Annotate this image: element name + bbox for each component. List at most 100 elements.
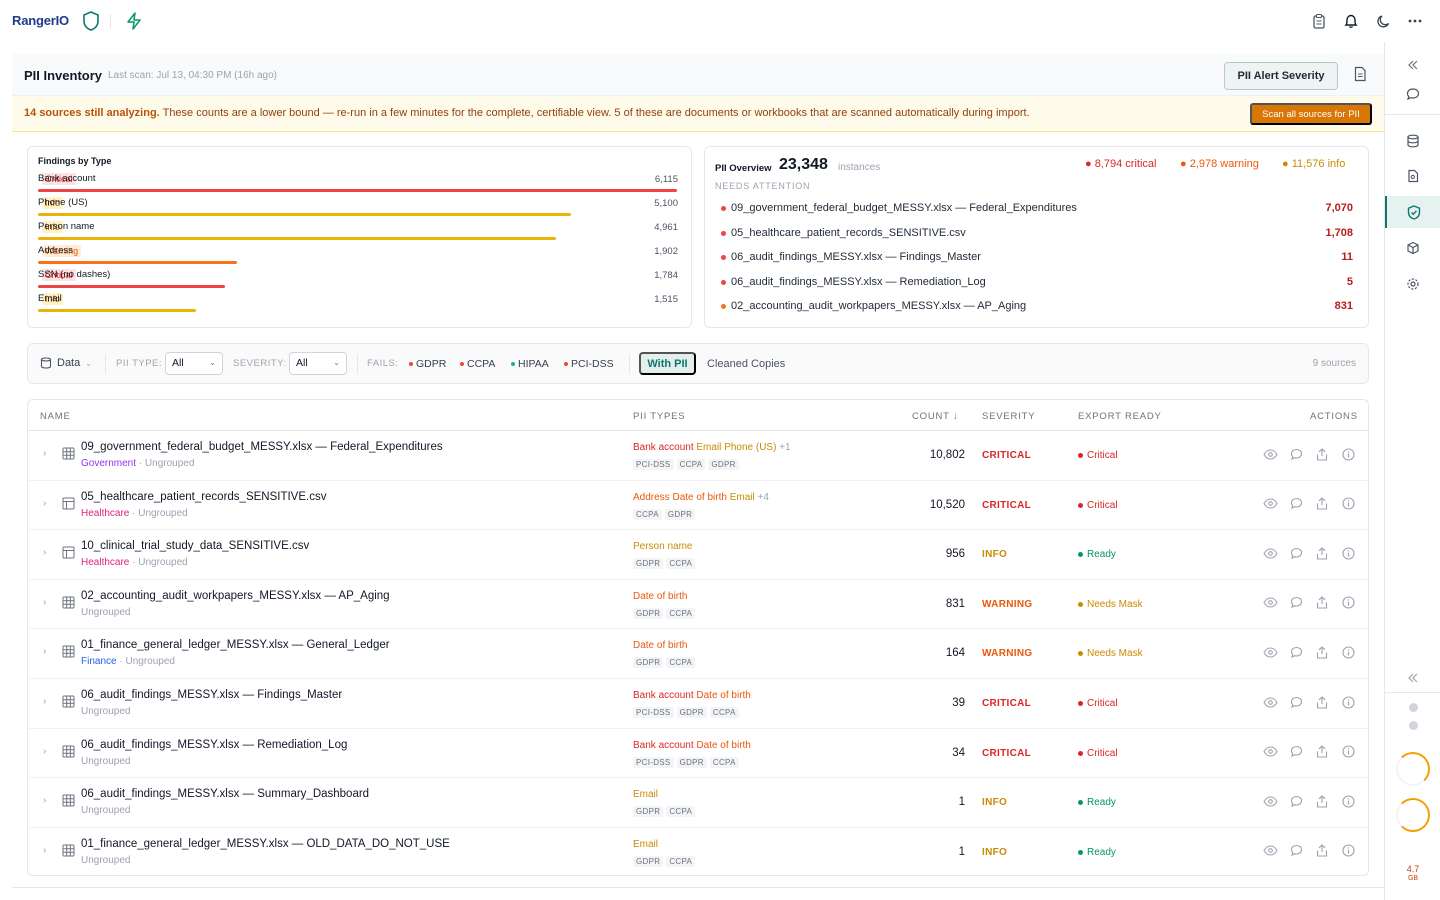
chevron-right-icon[interactable]: › [43, 597, 46, 608]
comment-icon[interactable] [1288, 744, 1304, 760]
info-icon[interactable] [1340, 843, 1356, 859]
pii-alert-severity-button[interactable]: PII Alert Severity [1224, 62, 1338, 90]
fail-filter-gdpr[interactable]: GDPR [409, 358, 446, 370]
bolt-icon[interactable] [126, 12, 142, 30]
eye-icon[interactable] [1262, 595, 1278, 611]
comment-icon[interactable] [1288, 694, 1304, 710]
eye-icon[interactable] [1262, 694, 1278, 710]
attention-item[interactable]: 02_accounting_audit_workpapers_MESSY.xls… [721, 298, 1353, 318]
comment-icon[interactable] [1288, 545, 1304, 561]
with-pii-toggle[interactable]: With PII [639, 352, 696, 375]
cpu-gauge-icon[interactable] [1396, 752, 1430, 786]
database-icon[interactable] [1403, 131, 1423, 151]
attention-item[interactable]: 06_audit_findings_MESSY.xlsx — Findings_… [721, 249, 1353, 269]
data-dropdown[interactable]: Data ⌄ [40, 357, 92, 369]
table-row[interactable]: › 06_audit_findings_MESSY.xlsx — Summary_… [28, 778, 1368, 828]
info-icon[interactable] [1340, 496, 1356, 512]
chevron-right-icon[interactable]: › [43, 498, 46, 509]
shield-icon[interactable] [82, 11, 100, 31]
share-icon[interactable] [1314, 694, 1330, 710]
share-icon[interactable] [1314, 793, 1330, 809]
table-row[interactable]: › 02_accounting_audit_workpapers_MESSY.xl… [28, 580, 1368, 630]
share-icon[interactable] [1314, 545, 1330, 561]
bolt-gauge-icon[interactable] [1396, 798, 1430, 832]
share-icon[interactable] [1314, 595, 1330, 611]
table-row[interactable]: › 01_finance_general_ledger_MESSY.xlsx — … [28, 828, 1368, 875]
share-icon[interactable] [1314, 644, 1330, 660]
attention-item[interactable]: 05_healthcare_patient_records_SENSITIVE.… [721, 225, 1353, 245]
chevron-right-icon[interactable]: › [43, 795, 46, 806]
comment-icon[interactable] [1288, 843, 1304, 859]
table-row[interactable]: › 09_government_federal_budget_MESSY.xlsx… [28, 431, 1368, 481]
source-name[interactable]: 01_finance_general_ledger_MESSY.xlsx — G… [81, 639, 390, 651]
share-icon[interactable] [1314, 496, 1330, 512]
source-name[interactable]: 10_clinical_trial_study_data_SENSITIVE.c… [81, 540, 309, 552]
chevron-right-icon[interactable]: › [43, 547, 46, 558]
table-row[interactable]: › 10_clinical_trial_study_data_SENSITIVE.… [28, 530, 1368, 580]
finding-row[interactable]: SSN (no dashes) Critical 1,784 [38, 267, 678, 291]
table-row[interactable]: › 05_healthcare_patient_records_SENSITIVE… [28, 481, 1368, 531]
share-icon[interactable] [1314, 446, 1330, 462]
bell-icon[interactable] [1342, 12, 1360, 30]
source-name[interactable]: 06_audit_findings_MESSY.xlsx — Remediati… [81, 739, 347, 751]
chevron-right-icon[interactable]: › [43, 845, 46, 856]
eye-icon[interactable] [1262, 545, 1278, 561]
collapse-rail-icon[interactable] [1403, 55, 1423, 75]
col-name[interactable]: NAME [40, 411, 71, 422]
chevron-right-icon[interactable]: › [43, 696, 46, 707]
cleaned-copies-toggle[interactable]: Cleaned Copies [707, 358, 785, 370]
finding-row[interactable]: Bank account Critical 6,115 [38, 171, 678, 195]
table-row[interactable]: › 06_audit_findings_MESSY.xlsx — Findings… [28, 679, 1368, 729]
severity-select[interactable]: All ⌄ [289, 352, 347, 375]
info-icon[interactable] [1340, 644, 1356, 660]
comment-icon[interactable] [1288, 644, 1304, 660]
info-count[interactable]: ● 11,576 info [1282, 158, 1345, 170]
file-search-icon[interactable] [1403, 166, 1423, 186]
eye-icon[interactable] [1262, 446, 1278, 462]
app-logo[interactable]: RangerIO [12, 13, 69, 28]
warning-count[interactable]: ● 2,978 warning [1180, 158, 1259, 170]
eye-icon[interactable] [1262, 744, 1278, 760]
report-icon[interactable] [1350, 64, 1370, 84]
chevron-right-icon[interactable]: › [43, 746, 46, 757]
eye-icon[interactable] [1262, 793, 1278, 809]
source-name[interactable]: 02_accounting_audit_workpapers_MESSY.xls… [81, 590, 390, 602]
attention-item[interactable]: 06_audit_findings_MESSY.xlsx — Remediati… [721, 274, 1353, 294]
critical-count[interactable]: ● 8,794 critical [1085, 158, 1156, 170]
comment-icon[interactable] [1288, 496, 1304, 512]
shield-nav-icon[interactable] [1385, 196, 1440, 228]
finding-row[interactable]: Phone (US) Info 5,100 [38, 195, 678, 219]
comment-icon[interactable] [1288, 793, 1304, 809]
info-icon[interactable] [1340, 545, 1356, 561]
cube-icon[interactable] [1403, 238, 1423, 258]
eye-icon[interactable] [1262, 644, 1278, 660]
share-icon[interactable] [1314, 744, 1330, 760]
gear-icon[interactable] [1403, 274, 1423, 294]
col-pii-types[interactable]: PII TYPES [633, 411, 685, 422]
col-count[interactable]: COUNT ↓ [912, 411, 959, 422]
share-icon[interactable] [1314, 843, 1330, 859]
finding-row[interactable]: Person name Info 4,961 [38, 219, 678, 243]
info-icon[interactable] [1340, 694, 1356, 710]
chevron-right-icon[interactable]: › [43, 448, 46, 459]
chevron-right-icon[interactable]: › [43, 646, 46, 657]
eye-icon[interactable] [1262, 496, 1278, 512]
finding-row[interactable]: Address Warning 1,902 [38, 243, 678, 267]
source-name[interactable]: 01_finance_general_ledger_MESSY.xlsx — O… [81, 838, 450, 850]
info-icon[interactable] [1340, 793, 1356, 809]
comment-icon[interactable] [1288, 595, 1304, 611]
source-name[interactable]: 06_audit_findings_MESSY.xlsx — Findings_… [81, 689, 342, 701]
source-name[interactable]: 09_government_federal_budget_MESSY.xlsx … [81, 441, 443, 453]
col-export-ready[interactable]: EXPORT READY [1078, 411, 1162, 422]
fail-filter-ccpa[interactable]: CCPA [460, 358, 495, 370]
more-icon[interactable] [1406, 12, 1424, 30]
comment-icon[interactable] [1288, 446, 1304, 462]
info-icon[interactable] [1340, 744, 1356, 760]
fail-filter-pci-dss[interactable]: PCI-DSS [564, 358, 614, 370]
table-row[interactable]: › 06_audit_findings_MESSY.xlsx — Remediat… [28, 729, 1368, 779]
attention-item[interactable]: 09_government_federal_budget_MESSY.xlsx … [721, 200, 1353, 220]
eye-icon[interactable] [1262, 843, 1278, 859]
clipboard-icon[interactable] [1310, 12, 1328, 30]
source-name[interactable]: 05_healthcare_patient_records_SENSITIVE.… [81, 491, 326, 503]
pii-type-select[interactable]: All ⌄ [165, 352, 223, 375]
